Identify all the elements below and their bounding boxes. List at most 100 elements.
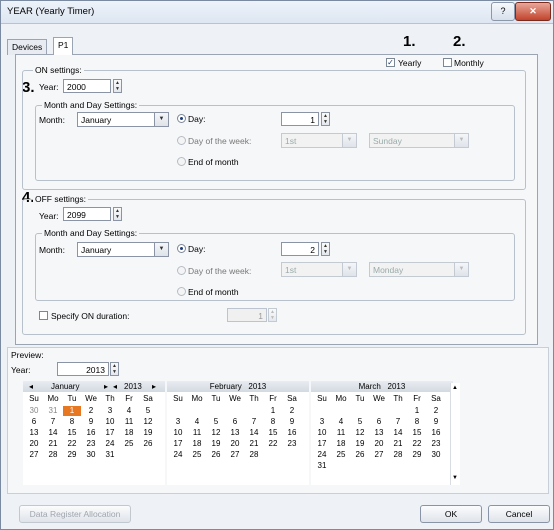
calendar-day[interactable]: 31 bbox=[313, 461, 331, 471]
calendar-day[interactable]: 3 bbox=[313, 417, 331, 427]
calendar-day[interactable]: 15 bbox=[264, 428, 282, 438]
calendar-day[interactable]: 7 bbox=[44, 417, 62, 427]
next-month-icon[interactable]: ▸ bbox=[104, 381, 108, 392]
calendar-day[interactable]: 12 bbox=[207, 428, 225, 438]
calendar-day[interactable]: 15 bbox=[408, 428, 426, 438]
on-month-select[interactable]: January ▼ bbox=[77, 112, 169, 127]
calendar-day[interactable]: 9 bbox=[427, 417, 445, 427]
data-register-allocation-button[interactable]: Data Register Allocation bbox=[19, 505, 131, 523]
calendar-scrollbar[interactable] bbox=[450, 383, 460, 485]
calendar-day[interactable]: 19 bbox=[351, 439, 369, 449]
calendar-day[interactable]: 27 bbox=[25, 450, 43, 460]
on-year-spinner[interactable]: ▲ ▼ bbox=[113, 79, 122, 93]
calendar-day[interactable]: 25 bbox=[332, 450, 350, 460]
calendar-day[interactable]: 4 bbox=[332, 417, 350, 427]
on-day-input[interactable]: 1 bbox=[281, 112, 319, 126]
help-icon[interactable]: ? bbox=[491, 2, 515, 21]
calendar-day[interactable]: 15 bbox=[63, 428, 81, 438]
calendar-day[interactable]: 5 bbox=[139, 406, 157, 416]
next-year-icon[interactable]: ▸ bbox=[152, 381, 156, 392]
off-eom-radio[interactable] bbox=[177, 287, 186, 296]
prev-month-icon[interactable]: ◂ bbox=[29, 381, 33, 392]
calendar-day[interactable]: 4 bbox=[120, 406, 138, 416]
cancel-button[interactable]: Cancel bbox=[488, 505, 550, 523]
calendar-day[interactable]: 16 bbox=[427, 428, 445, 438]
calendar-day[interactable]: 6 bbox=[370, 417, 388, 427]
on-duration-input[interactable]: 1 bbox=[227, 308, 267, 322]
calendar-day[interactable]: 17 bbox=[101, 428, 119, 438]
calendar-day[interactable]: 19 bbox=[207, 439, 225, 449]
calendar-day[interactable]: 11 bbox=[120, 417, 138, 427]
calendar-day[interactable]: 28 bbox=[245, 450, 263, 460]
calendar-day[interactable]: 30 bbox=[25, 406, 43, 416]
off-dow-radio[interactable] bbox=[177, 266, 186, 275]
yearly-checkbox[interactable]: ✓ bbox=[386, 58, 395, 67]
calendar-day[interactable]: 9 bbox=[82, 417, 100, 427]
calendar-day[interactable]: 12 bbox=[351, 428, 369, 438]
on-eom-radio[interactable] bbox=[177, 157, 186, 166]
calendar-day[interactable]: 21 bbox=[44, 439, 62, 449]
off-dow-day-select[interactable]: Monday ▼ bbox=[369, 262, 469, 277]
off-month-select[interactable]: January ▼ bbox=[77, 242, 169, 257]
calendar-day[interactable]: 1 bbox=[63, 406, 81, 416]
calendar-day[interactable]: 18 bbox=[188, 439, 206, 449]
calendar-day[interactable]: 17 bbox=[313, 439, 331, 449]
calendar-day[interactable]: 22 bbox=[63, 439, 81, 449]
calendar-day[interactable]: 8 bbox=[408, 417, 426, 427]
calendar-day[interactable]: 23 bbox=[283, 439, 301, 449]
calendar-day[interactable]: 30 bbox=[427, 450, 445, 460]
calendar-day[interactable]: 3 bbox=[101, 406, 119, 416]
scroll-up-icon[interactable]: ▲ bbox=[452, 385, 458, 391]
calendar-day[interactable]: 9 bbox=[283, 417, 301, 427]
calendar-day[interactable]: 6 bbox=[226, 417, 244, 427]
calendar-day[interactable]: 23 bbox=[427, 439, 445, 449]
preview-year-spinner[interactable]: ▲ ▼ bbox=[110, 362, 119, 376]
on-duration-checkbox[interactable] bbox=[39, 311, 48, 320]
calendar-day[interactable]: 18 bbox=[332, 439, 350, 449]
scroll-down-icon[interactable]: ▼ bbox=[452, 475, 458, 481]
calendar-day[interactable]: 25 bbox=[120, 439, 138, 449]
calendar-day[interactable]: 5 bbox=[207, 417, 225, 427]
calendar-day[interactable]: 28 bbox=[389, 450, 407, 460]
calendar-day[interactable]: 7 bbox=[245, 417, 263, 427]
calendar-day[interactable]: 21 bbox=[389, 439, 407, 449]
monthly-checkbox[interactable] bbox=[443, 58, 452, 67]
calendar-day[interactable]: 10 bbox=[169, 428, 187, 438]
off-day-input[interactable]: 2 bbox=[281, 242, 319, 256]
on-year-input[interactable]: 2000 bbox=[63, 79, 111, 93]
calendar-day[interactable]: 12 bbox=[139, 417, 157, 427]
calendar-day[interactable]: 7 bbox=[389, 417, 407, 427]
off-year-spinner[interactable]: ▲ ▼ bbox=[113, 207, 122, 221]
calendar-day[interactable]: 19 bbox=[139, 428, 157, 438]
calendar-day[interactable]: 1 bbox=[408, 406, 426, 416]
calendar-day[interactable]: 2 bbox=[82, 406, 100, 416]
calendar-day[interactable]: 30 bbox=[82, 450, 100, 460]
calendar-day[interactable]: 4 bbox=[188, 417, 206, 427]
calendar-day[interactable]: 13 bbox=[226, 428, 244, 438]
on-dow-day-select[interactable]: Sunday ▼ bbox=[369, 133, 469, 148]
off-year-input[interactable]: 2099 bbox=[63, 207, 111, 221]
calendar-day[interactable]: 17 bbox=[169, 439, 187, 449]
tab-p1[interactable]: P1 bbox=[53, 37, 74, 55]
calendar-day[interactable]: 1 bbox=[264, 406, 282, 416]
off-day-radio[interactable] bbox=[177, 244, 186, 253]
calendar-day[interactable]: 29 bbox=[408, 450, 426, 460]
calendar-day[interactable]: 13 bbox=[25, 428, 43, 438]
calendar-year[interactable]: 2013 bbox=[124, 381, 142, 392]
calendar-day[interactable]: 31 bbox=[44, 406, 62, 416]
calendar-day[interactable]: 25 bbox=[188, 450, 206, 460]
on-dow-week-select[interactable]: 1st ▼ bbox=[281, 133, 357, 148]
tab-devices[interactable]: Devices bbox=[7, 39, 48, 55]
ok-button[interactable]: OK bbox=[420, 505, 482, 523]
calendar-day[interactable]: 26 bbox=[207, 450, 225, 460]
calendar-day[interactable]: 24 bbox=[101, 439, 119, 449]
calendar-day[interactable]: 6 bbox=[25, 417, 43, 427]
calendar-day[interactable]: 10 bbox=[101, 417, 119, 427]
calendar-day[interactable]: 10 bbox=[313, 428, 331, 438]
off-dow-week-select[interactable]: 1st ▼ bbox=[281, 262, 357, 277]
on-day-radio[interactable] bbox=[177, 114, 186, 123]
calendar-day[interactable]: 26 bbox=[139, 439, 157, 449]
calendar-day[interactable]: 3 bbox=[169, 417, 187, 427]
calendar-day[interactable]: 21 bbox=[245, 439, 263, 449]
calendar-month-name[interactable]: January bbox=[51, 381, 79, 392]
